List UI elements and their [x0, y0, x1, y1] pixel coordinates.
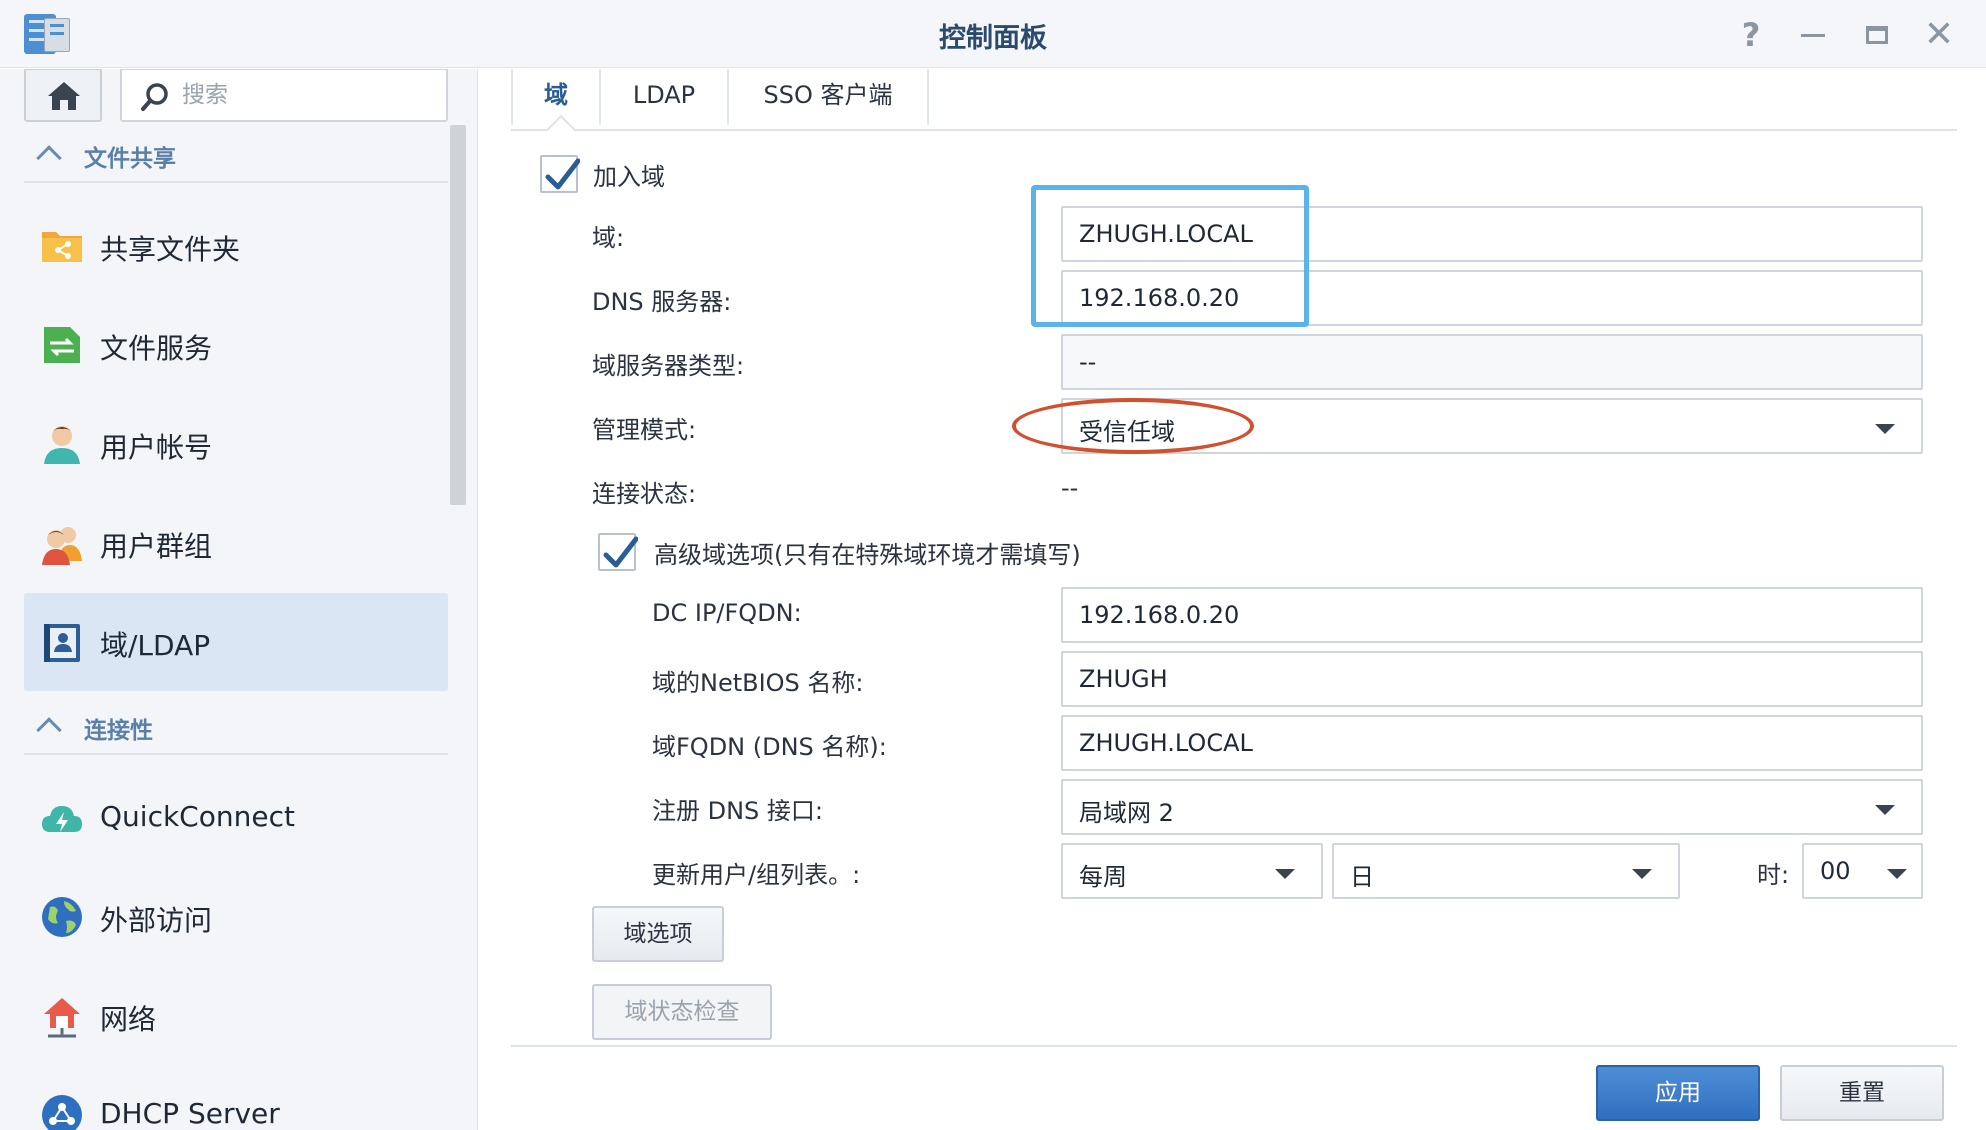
register-dns-value: 局域网 2: [1079, 799, 1174, 827]
sidebar-item-label: 用户群组: [100, 530, 213, 563]
dc-ip-value: 192.168.0.20: [1079, 601, 1240, 629]
search-icon: [141, 83, 168, 111]
network-icon: [44, 998, 80, 1038]
fqdn-label: 域FQDN (DNS 名称):: [652, 733, 887, 761]
highlight-ellipse: [1012, 398, 1254, 454]
netbios-label: 域的NetBIOS 名称:: [652, 669, 864, 697]
advanced-options-label: 高级域选项(只有在特殊域环境才需填写): [654, 541, 1081, 569]
file-services-icon: [44, 327, 80, 363]
chevron-up-icon: [36, 717, 62, 743]
sidebar-item-label: 共享文件夹: [100, 233, 241, 266]
reset-button[interactable]: 重置: [1780, 1065, 1944, 1121]
sidebar-item-label: DHCP Server: [100, 1097, 280, 1130]
dns-server-label: DNS 服务器:: [592, 288, 732, 316]
sidebar-item-user[interactable]: 用户帐号: [24, 395, 448, 493]
footer-divider: [511, 1045, 1957, 1047]
chevron-down-icon: [1875, 805, 1895, 815]
connection-status-label: 连接状态:: [592, 480, 697, 508]
external-access-icon: [42, 897, 82, 937]
netbios-value: ZHUGH: [1079, 665, 1168, 693]
checkmark-icon: [603, 536, 638, 568]
search-input[interactable]: [182, 76, 432, 114]
tab-domain[interactable]: 域: [511, 69, 601, 125]
dhcp-server-icon: [42, 1095, 82, 1130]
sidebar-item-label: 网络: [100, 1003, 157, 1036]
maximize-icon[interactable]: [1860, 18, 1894, 52]
section-label: 文件共享: [84, 146, 176, 172]
domain-options-button[interactable]: 域选项: [592, 906, 724, 962]
question-icon[interactable]: ?: [1734, 18, 1768, 52]
search-field[interactable]: [120, 69, 448, 122]
domain-server-type-label: 域服务器类型:: [592, 352, 745, 380]
domain-status-check-button[interactable]: 域状态检查: [592, 984, 772, 1040]
domain-label: 域:: [592, 224, 625, 252]
update-frequency-value: 每周: [1079, 863, 1127, 891]
title-bar: 控制面板 ? ✕: [0, 0, 1986, 68]
update-frequency-select[interactable]: 每周: [1061, 843, 1323, 899]
sidebar-item-shared-folder[interactable]: 共享文件夹: [24, 197, 448, 295]
highlight-box: [1031, 185, 1309, 327]
user-icon: [44, 426, 80, 464]
sidebar-item-network[interactable]: 网络: [24, 967, 448, 1065]
sidebar-item-dhcp-server[interactable]: DHCP Server: [24, 1066, 448, 1130]
sidebar-item-label: 域/LDAP: [100, 629, 211, 662]
checkmark-icon: [545, 158, 580, 190]
sidebar: 文件共享 共享文件夹 文件服务 用户帐号: [0, 69, 478, 1130]
chevron-down-icon: [1275, 869, 1295, 879]
sidebar-item-file-services[interactable]: 文件服务: [24, 296, 448, 394]
section-connectivity[interactable]: 连接性: [24, 699, 448, 755]
sidebar-item-label: 用户帐号: [100, 431, 213, 464]
fqdn-field[interactable]: ZHUGH.LOCAL: [1061, 715, 1923, 771]
sidebar-item-label: 文件服务: [100, 332, 213, 365]
update-day-value: 日: [1350, 863, 1374, 891]
close-icon[interactable]: ✕: [1922, 17, 1956, 53]
fqdn-value: ZHUGH.LOCAL: [1079, 729, 1253, 757]
section-label: 连接性: [84, 718, 153, 744]
quickconnect-icon: [42, 806, 82, 832]
register-dns-label: 注册 DNS 接口:: [652, 797, 824, 825]
group-icon: [42, 527, 82, 565]
join-domain-label: 加入域: [593, 163, 665, 191]
join-domain-checkbox[interactable]: [540, 155, 580, 193]
sidebar-item-group[interactable]: 用户群组: [24, 494, 448, 592]
chevron-down-icon: [1632, 869, 1652, 879]
shared-folder-icon: [42, 232, 82, 262]
apply-button[interactable]: 应用: [1596, 1065, 1760, 1121]
update-hour-label: 时:: [1757, 861, 1790, 889]
domain-ldap-icon: [44, 624, 80, 662]
management-mode-label: 管理模式:: [592, 416, 697, 444]
register-dns-select[interactable]: 局域网 2: [1061, 779, 1923, 835]
home-icon: [48, 82, 80, 110]
update-list-label: 更新用户/组列表。:: [652, 861, 861, 889]
domain-server-type-value: --: [1079, 348, 1097, 376]
sidebar-item-external-access[interactable]: 外部访问: [24, 868, 448, 966]
dc-ip-field[interactable]: 192.168.0.20: [1061, 587, 1923, 643]
sidebar-item-label: QuickConnect: [100, 800, 295, 833]
home-button[interactable]: [24, 69, 102, 122]
tab-ldap[interactable]: LDAP: [601, 69, 729, 125]
minimize-icon[interactable]: [1796, 18, 1830, 52]
chevron-down-icon: [1887, 869, 1907, 879]
tab-sso-client[interactable]: SSO 客户端: [729, 69, 929, 125]
tab-divider: [511, 129, 1957, 131]
connection-status-value: --: [1061, 474, 1079, 502]
sidebar-item-domain-ldap[interactable]: 域/LDAP: [24, 593, 448, 691]
dc-ip-label: DC IP/FQDN:: [652, 599, 802, 627]
domain-server-type-field: --: [1061, 334, 1923, 390]
update-hour-select[interactable]: 00: [1802, 843, 1923, 899]
chevron-down-icon: [1875, 424, 1895, 434]
update-day-select[interactable]: 日: [1332, 843, 1680, 899]
update-hour-value: 00: [1820, 857, 1851, 885]
sidebar-scrollbar[interactable]: [450, 125, 466, 505]
sidebar-item-quickconnect[interactable]: QuickConnect: [24, 769, 448, 867]
netbios-field[interactable]: ZHUGH: [1061, 651, 1923, 707]
advanced-options-checkbox[interactable]: [598, 533, 638, 571]
chevron-up-icon: [36, 145, 62, 171]
section-file-sharing[interactable]: 文件共享: [24, 127, 448, 183]
sidebar-item-label: 外部访问: [100, 904, 213, 937]
window-title: 控制面板: [939, 23, 1047, 54]
